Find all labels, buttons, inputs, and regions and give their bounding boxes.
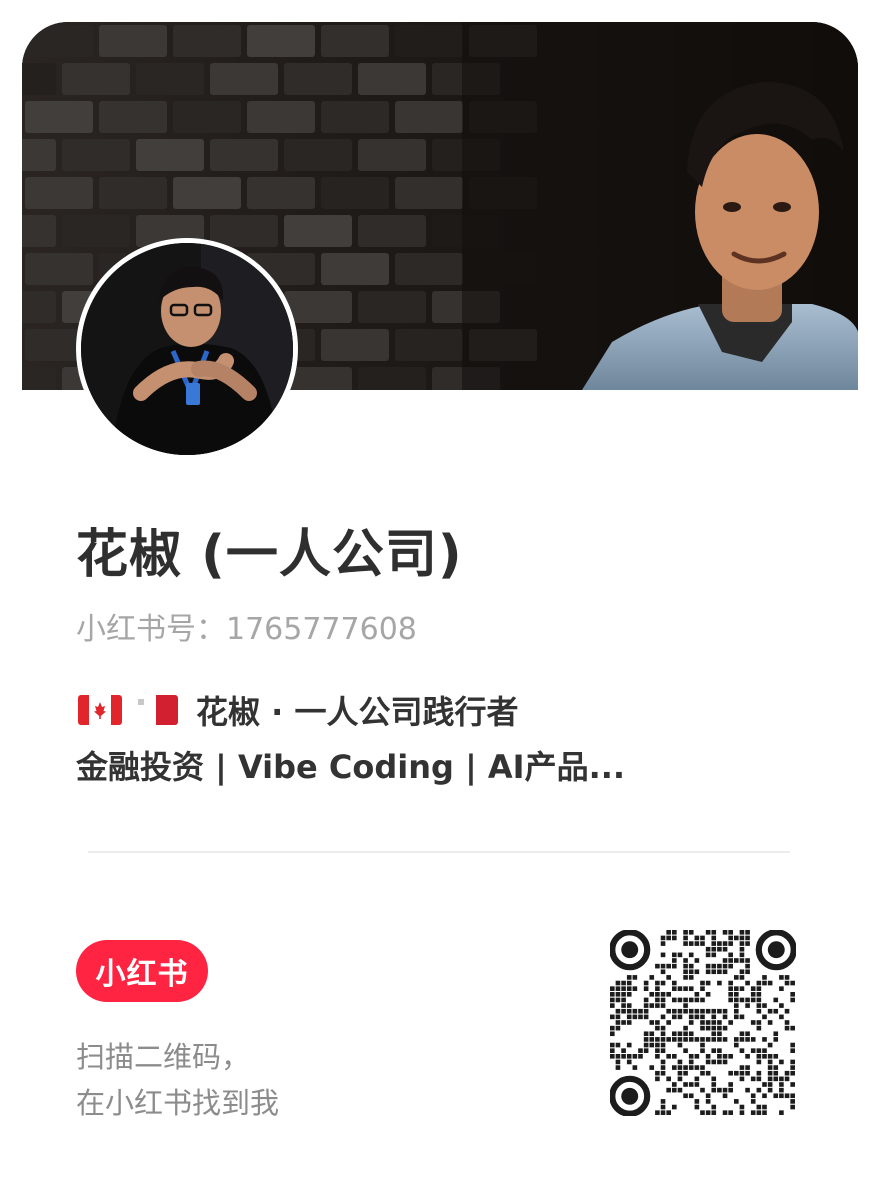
bio-headline: 花椒 · 一人公司践行者 <box>196 693 519 731</box>
avatar-graphic <box>81 243 293 455</box>
account-id: 小红书号：1765777608 <box>76 612 417 647</box>
avatar[interactable] <box>76 238 298 460</box>
qr-finder-dot <box>621 941 639 959</box>
qr-code-graphic <box>610 930 796 1116</box>
bio-line-1: 花椒 · 一人公司践行者 <box>76 688 518 732</box>
qr-finder-dot <box>621 1087 639 1105</box>
bio-line-2[interactable]: 金融投资 | Vibe Coding | AI产品... <box>76 742 625 788</box>
scan-instruction-line-2: 在小红书找到我 <box>76 1086 280 1120</box>
malta-flag-icon <box>134 695 178 725</box>
divider <box>88 851 790 853</box>
canada-flag-icon <box>78 695 122 725</box>
qr-code-icon[interactable] <box>610 930 796 1116</box>
xiaohongshu-logo: 小红书 <box>76 940 208 1002</box>
profile-name: 花椒 (一人公司) <box>76 525 463 585</box>
scan-instruction-line-1: 扫描二维码， <box>76 1040 251 1074</box>
qr-finder-dot <box>767 941 785 959</box>
